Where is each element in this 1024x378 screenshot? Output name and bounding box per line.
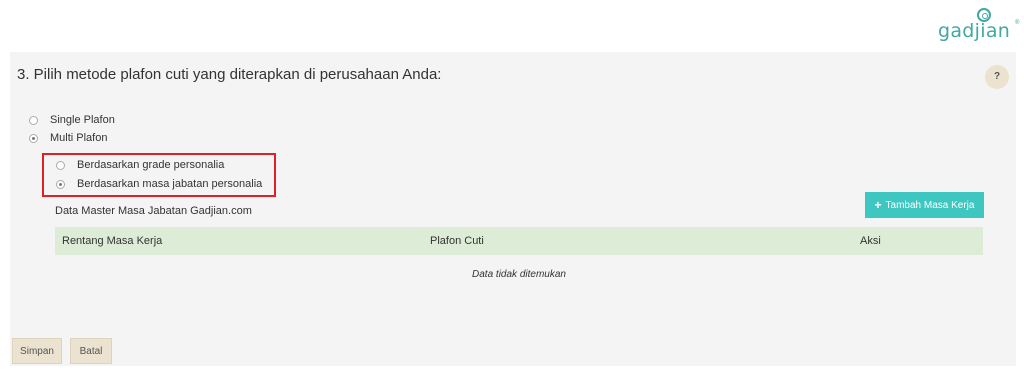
help-button[interactable]: ? bbox=[985, 65, 1009, 89]
option-label: Berdasarkan grade personalia bbox=[77, 159, 225, 171]
plus-icon: + bbox=[874, 198, 882, 212]
option-masa-jabatan[interactable]: Berdasarkan masa jabatan personalia bbox=[56, 178, 262, 190]
master-data-label: Data Master Masa Jabatan Gadjian.com bbox=[55, 205, 252, 217]
option-label: Multi Plafon bbox=[50, 132, 108, 144]
cancel-button[interactable]: Batal bbox=[70, 338, 112, 364]
settings-panel: 3. Pilih metode plafon cuti yang diterap… bbox=[10, 52, 1016, 366]
radio-single-plafon[interactable] bbox=[29, 115, 38, 125]
logo-text: gadjian bbox=[938, 20, 1011, 42]
radio-masa-jabatan[interactable] bbox=[56, 179, 65, 189]
add-masa-kerja-button[interactable]: + Tambah Masa Kerja bbox=[865, 192, 984, 218]
option-label: Berdasarkan masa jabatan personalia bbox=[77, 178, 263, 190]
registered-mark: ® bbox=[1015, 20, 1020, 26]
radio-grade-personalia[interactable] bbox=[56, 160, 65, 170]
column-header-aksi: Aksi bbox=[860, 235, 881, 247]
add-button-label: Tambah Masa Kerja bbox=[885, 199, 975, 211]
question-title: 3. Pilih metode plafon cuti yang diterap… bbox=[17, 66, 442, 83]
radio-multi-plafon[interactable] bbox=[29, 133, 38, 143]
option-single-plafon[interactable]: Single Plafon bbox=[29, 114, 115, 126]
column-header-plafon: Plafon Cuti bbox=[430, 235, 484, 247]
empty-table-message: Data tidak ditemukan bbox=[472, 269, 566, 280]
gadjian-logo: gadjian ® bbox=[938, 8, 1020, 44]
logo-swirl-icon bbox=[977, 8, 991, 22]
option-grade-personalia[interactable]: Berdasarkan grade personalia bbox=[56, 159, 224, 171]
table-header: Rentang Masa Kerja Plafon Cuti Aksi bbox=[55, 227, 983, 255]
option-multi-plafon[interactable]: Multi Plafon bbox=[29, 132, 107, 144]
column-header-rentang: Rentang Masa Kerja bbox=[62, 235, 163, 247]
option-label: Single Plafon bbox=[50, 114, 115, 126]
save-button[interactable]: Simpan bbox=[12, 338, 62, 364]
